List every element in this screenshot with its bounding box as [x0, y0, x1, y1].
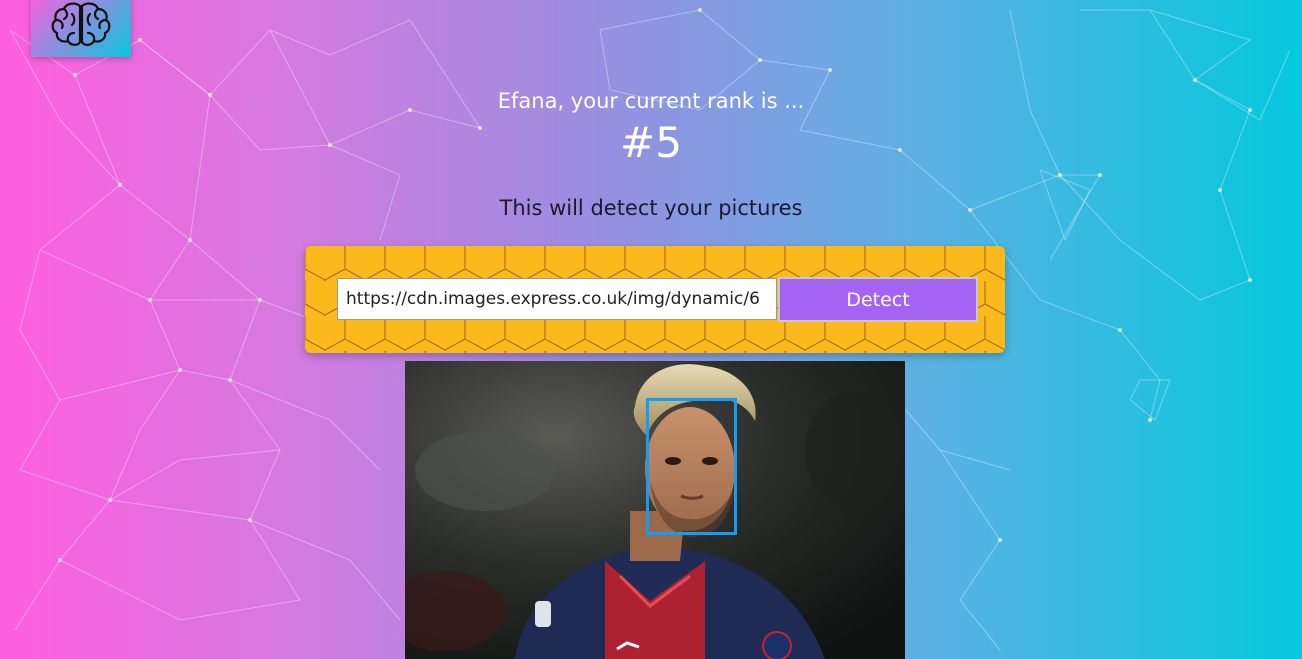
detect-button[interactable]: Detect — [778, 277, 978, 322]
face-bounding-box — [646, 398, 737, 535]
rank-message: Efana, your current rank is ... — [497, 89, 805, 113]
brain-icon — [51, 2, 111, 46]
rank-value: #5 — [620, 118, 682, 167]
image-url-form: Detect — [305, 246, 1005, 353]
logo[interactable] — [31, 0, 131, 57]
image-url-input[interactable] — [337, 278, 777, 320]
intro-text: This will detect your pictures — [499, 196, 803, 220]
